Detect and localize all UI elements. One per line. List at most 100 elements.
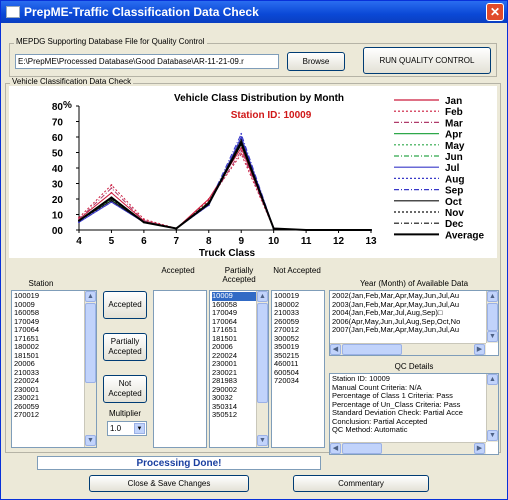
browse-button[interactable]: Browse	[287, 52, 345, 71]
title-bar: PrepME-Traffic Classification Data Check…	[1, 1, 507, 23]
series-line-jan	[78, 146, 371, 231]
run-quality-control-button[interactable]: RUN QUALITY CONTROL	[363, 47, 491, 74]
scroll-right-icon[interactable]: ▶	[474, 344, 485, 355]
series-line-dec	[78, 142, 371, 231]
scroll-down-icon[interactable]: ▼	[85, 435, 96, 446]
data-point	[240, 139, 243, 141]
multiplier-label: Multiplier	[108, 409, 141, 418]
data-point	[272, 227, 275, 230]
partial-list-scrollbar[interactable]: ▲ ▼	[256, 291, 268, 447]
qc-detail-line[interactable]: QC Method: Automatic	[332, 425, 496, 435]
close-save-button[interactable]: Close & Save Changes	[89, 475, 249, 492]
data-point	[240, 133, 243, 135]
partially-accepted-header: Partially Accepted	[222, 266, 256, 284]
y-tick-label: 00	[52, 226, 64, 237]
y-tick-label: 40	[52, 164, 64, 175]
scroll-down-icon[interactable]: ▼	[487, 430, 498, 441]
x-tick-label: 5	[109, 236, 115, 247]
x-axis-label: Truck Class	[199, 248, 256, 258]
series-line-jun	[78, 140, 371, 231]
scroll-thumb[interactable]	[85, 303, 96, 383]
close-button[interactable]: ✕	[486, 3, 504, 21]
x-tick-label: 4	[76, 236, 82, 247]
legend-label: Aug	[445, 174, 464, 185]
accepted-header: Accepted	[161, 266, 195, 275]
series-line-mar	[78, 149, 371, 231]
data-point	[207, 198, 210, 200]
chart-svg: 0010203040506070804 5 6 7 8 9 10 11 12 13 JanFebM…	[52, 93, 485, 259]
accepted-button[interactable]: Accepted	[103, 291, 147, 319]
legend-label: Oct	[445, 197, 462, 208]
not-accepted-button[interactable]: Not Accepted	[103, 375, 147, 403]
x-tick-label: 13	[365, 236, 377, 247]
series-line-average	[78, 140, 371, 231]
scroll-up-icon[interactable]: ▲	[487, 374, 498, 385]
scroll-up-icon[interactable]: ▲	[85, 291, 96, 302]
accepted-list[interactable]	[153, 290, 207, 448]
multiplier-value: 1.0	[110, 424, 122, 433]
y-tick-label: 50	[52, 149, 64, 160]
legend-label: Jan	[445, 96, 462, 107]
scroll-thumb[interactable]	[342, 344, 402, 355]
series-line-apr	[78, 141, 371, 231]
legend-label: Nov	[445, 208, 464, 219]
y-tick-label: 70	[52, 118, 64, 129]
data-point	[110, 187, 113, 190]
x-tick-label: 10	[268, 236, 280, 247]
data-point	[337, 229, 340, 231]
y-axis-label: %	[63, 100, 72, 111]
partially-accepted-button[interactable]: Partially Accepted	[103, 333, 147, 361]
chevron-down-icon[interactable]: ▼	[134, 423, 145, 434]
y-tick-label: 20	[52, 195, 64, 206]
qc-hscroll[interactable]: ◀ ▶	[330, 442, 486, 454]
legend-label: Mar	[445, 118, 463, 129]
data-point	[78, 221, 80, 224]
data-point	[78, 219, 80, 222]
scroll-up-icon[interactable]: ▲	[257, 291, 268, 302]
scroll-right-icon[interactable]: ▶	[474, 443, 485, 454]
chart-title: Vehicle Class Distribution by Month	[174, 93, 344, 104]
scroll-thumb[interactable]	[257, 303, 268, 403]
scroll-down-icon[interactable]: ▼	[487, 331, 498, 342]
qc-vscroll[interactable]: ▲ ▼	[486, 374, 498, 442]
x-tick-label: 9	[238, 236, 244, 247]
commentary-button[interactable]: Commentary	[293, 475, 429, 492]
x-tick-label: 8	[206, 236, 212, 247]
multiplier-select[interactable]: 1.0 ▼	[107, 421, 147, 436]
year-list-vscroll[interactable]: ▲ ▼	[486, 291, 498, 343]
scroll-thumb[interactable]	[342, 443, 382, 454]
station-list-item[interactable]: 270012	[14, 410, 94, 420]
y-tick-label: 30	[52, 180, 64, 191]
station-list-scrollbar[interactable]: ▲ ▼	[84, 291, 96, 447]
not-accepted-header: Not Accepted	[273, 266, 321, 275]
status-message: Processing Done!	[37, 456, 321, 470]
legend-label: Jul	[445, 163, 460, 174]
legend-label: May	[445, 141, 465, 152]
legend-label: Sep	[445, 186, 463, 197]
x-tick-label: 7	[174, 236, 180, 247]
scroll-up-icon[interactable]: ▲	[487, 291, 498, 302]
legend-label: Apr	[445, 130, 462, 141]
year-month-item[interactable]: 2007(Jan,Feb,Mar,Apr,May,Jun,Jul,Au	[332, 325, 496, 335]
scroll-left-icon[interactable]: ◀	[330, 344, 341, 355]
scroll-down-icon[interactable]: ▼	[257, 435, 268, 446]
data-point	[142, 218, 145, 221]
data-point	[142, 221, 145, 224]
scroll-thumb[interactable]	[487, 303, 498, 331]
database-path-field[interactable]: E:\PrepME\Processed Database\Good Databa…	[15, 54, 279, 69]
data-point	[240, 142, 243, 145]
y-tick-label: 80	[52, 102, 64, 113]
database-group-label: MEPDG Supporting Database File for Quali…	[14, 37, 207, 46]
y-tick-label: 60	[52, 133, 64, 144]
not-accepted-item[interactable]: 720034	[274, 376, 322, 386]
not-accepted-list[interactable]: 100019 180002 210033 260059 270012 300052 3500…	[271, 290, 325, 448]
data-point	[240, 150, 243, 152]
data-point	[207, 202, 210, 205]
series-line-sep	[78, 132, 371, 231]
scroll-left-icon[interactable]: ◀	[330, 443, 341, 454]
qc-details-header: QC Details	[394, 362, 434, 371]
year-list-hscroll[interactable]: ◀ ▶	[330, 343, 486, 355]
legend-label: Jun	[445, 152, 463, 163]
data-point	[305, 229, 308, 231]
x-tick-label: 6	[141, 236, 147, 247]
